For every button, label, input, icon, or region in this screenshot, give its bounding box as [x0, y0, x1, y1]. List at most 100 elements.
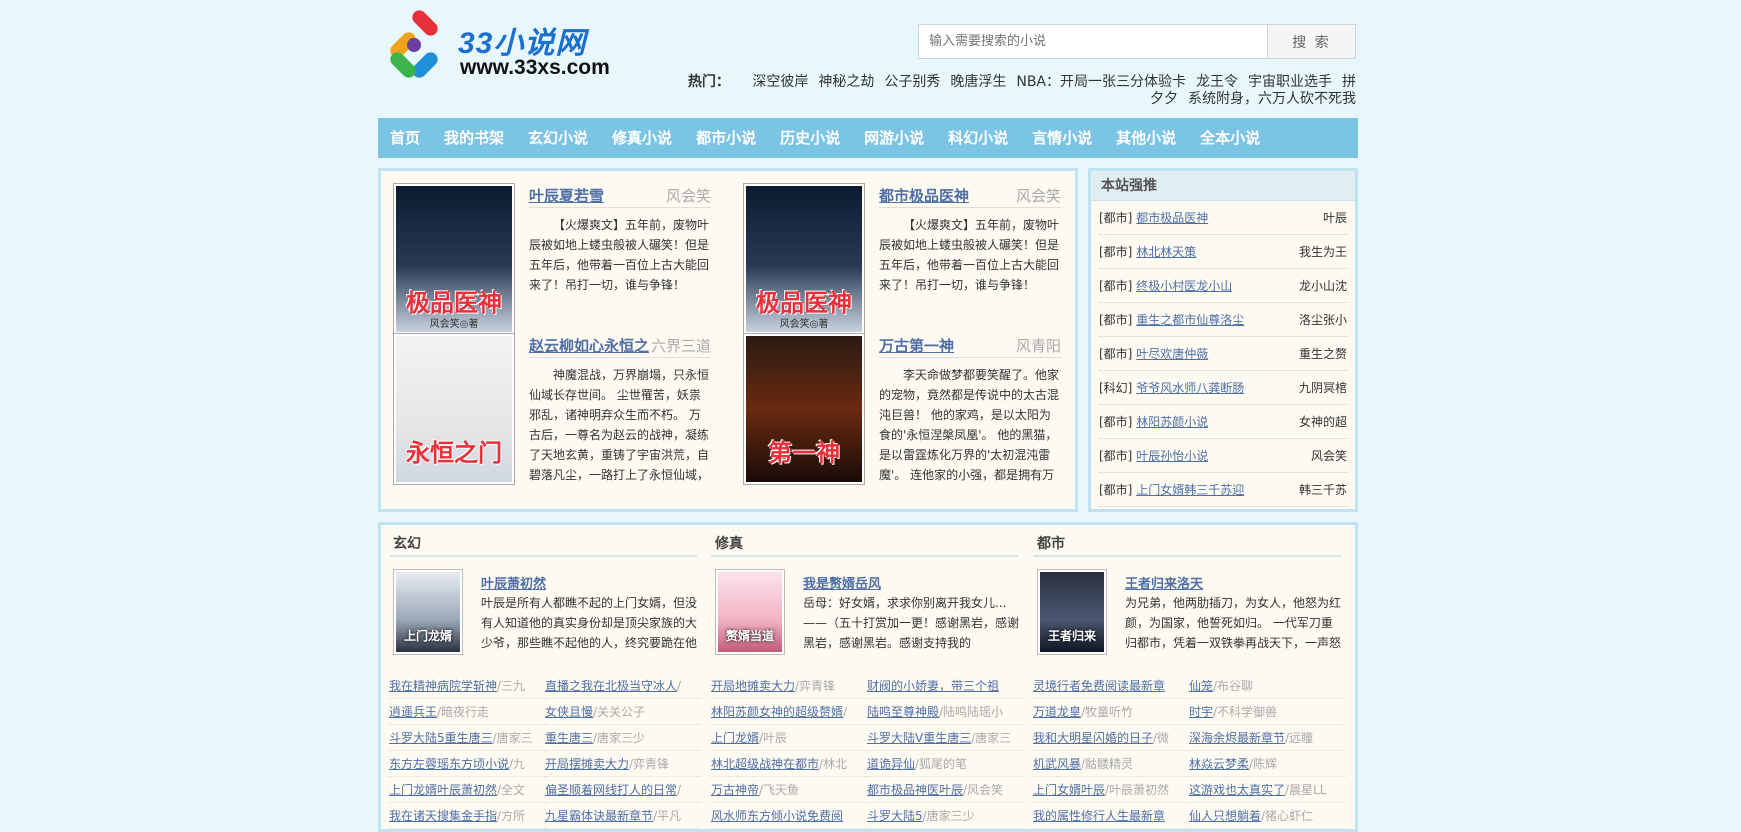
hot-link[interactable]: NBA：开局一张三分体验卡	[1016, 74, 1186, 90]
book-link[interactable]: 财阀的小娇妻，带三个祖	[867, 679, 999, 693]
hot-link[interactable]: 晚唐浮生	[950, 74, 1006, 90]
book-cover[interactable]: 上门龙婿	[393, 569, 463, 655]
book-cover[interactable]: 极品医神 风会笑◎著	[393, 183, 515, 335]
recommend-book-link[interactable]: 重生之都市仙尊洛尘	[1136, 313, 1244, 327]
book-link[interactable]: 直播之我在北极当守冰人	[545, 679, 677, 693]
book-link[interactable]: 时宇	[1189, 705, 1213, 719]
nav-item[interactable]: 全本小说	[1188, 118, 1272, 158]
book-link[interactable]: 上门龙婿叶辰萧初然	[389, 783, 497, 797]
book-link[interactable]: 上门女婿叶辰	[1033, 783, 1105, 797]
book-link[interactable]: 开局摆摊卖大力	[545, 757, 629, 771]
book-link[interactable]: 林阳苏颜女神的超级赘婿	[711, 705, 843, 719]
search-input[interactable]	[918, 24, 1268, 59]
recommend-item: [都市] 重生之都市仙尊洛尘 洛尘张小	[1099, 303, 1347, 337]
recommend-book-link[interactable]: 上门女婿韩三千苏迎	[1136, 483, 1244, 497]
recommend-author: 女神的超	[1298, 415, 1347, 429]
hot-link[interactable]: 龙王令	[1196, 74, 1238, 90]
hot-link[interactable]: 宇宙职业选手	[1248, 74, 1332, 90]
book-cover[interactable]: 王者归来	[1037, 569, 1107, 655]
hot-link[interactable]: 公子别秀	[884, 74, 940, 90]
recommend-book-link[interactable]: 爷爷风水师八龚断肠	[1136, 381, 1244, 395]
book-link[interactable]: 女侠且慢	[545, 705, 593, 719]
recommend-book-link[interactable]: 终极小村医龙小山	[1136, 279, 1232, 293]
book-title-link[interactable]: 都市极品医神	[879, 185, 969, 206]
book-author: /陈辉	[1249, 757, 1278, 771]
book-author: /骷髅精灵	[1081, 757, 1134, 771]
recommend-book-link[interactable]: 叶尽欢唐仲薇	[1136, 347, 1208, 361]
recommend-item: [都市] 都市极品医神 叶辰	[1099, 201, 1347, 235]
recommend-book-link[interactable]: 林阳苏颜小说	[1136, 415, 1208, 429]
search-button[interactable]: 搜 索	[1268, 24, 1356, 59]
book-link[interactable]: 东方左蓉瑶东方顷小说	[389, 757, 509, 771]
book-title-link[interactable]: 叶辰夏若雪	[529, 185, 604, 206]
book-link[interactable]: 开局地摊卖大力	[711, 679, 795, 693]
divider	[529, 357, 711, 358]
nav-item[interactable]: 历史小说	[768, 118, 852, 158]
hot-link[interactable]: 系统附身，六万人砍不死我	[1188, 91, 1356, 107]
nav-item[interactable]: 修真小说	[600, 118, 684, 158]
book-link[interactable]: 风水师东方倾小说免费阅	[711, 809, 843, 823]
recommend-item: [都市] 叶尽欢唐仲薇 重生之赘	[1099, 337, 1347, 371]
hot-link[interactable]: 神秘之劫	[818, 74, 874, 90]
book-author: /方所	[497, 809, 526, 823]
book-author: /唐家三	[971, 731, 1012, 745]
category-column: 修真 赘婿当道 我是赘婿岳风 岳母：好女婿，求求你别离开我女儿...——（五十打赏加一…	[707, 531, 1023, 831]
book-cover[interactable]: 赘婿当道	[715, 569, 785, 655]
book-link[interactable]: 斗罗大陆5重生唐三	[389, 731, 493, 745]
book-link[interactable]: 灵境行者免费阅读最新章	[1033, 679, 1165, 693]
book-link[interactable]: 万古神帝	[711, 783, 759, 797]
book-author: /狐尾的笔	[915, 757, 968, 771]
book-link[interactable]: 这游戏也太真实了	[1189, 783, 1285, 797]
book-link[interactable]: 上门龙婿	[711, 731, 759, 745]
logo-url: www.33xs.com	[460, 56, 610, 79]
book-link[interactable]: 道诡异仙	[867, 757, 915, 771]
book-link[interactable]: 我在诸天搜集金手指	[389, 809, 497, 823]
hot-link[interactable]: 深空彼岸	[752, 74, 808, 90]
book-title-link[interactable]: 我是赘婿岳风	[803, 573, 881, 592]
book-link[interactable]: 我在精神病院学斩神	[389, 679, 497, 693]
book-title-link[interactable]: 叶辰萧初然	[481, 573, 546, 592]
book-cover[interactable]: 第一神	[743, 333, 865, 485]
nav-item[interactable]: 网游小说	[852, 118, 936, 158]
book-link[interactable]: 深海余烬最新章节	[1189, 731, 1285, 745]
list-item: 灵境行者免费阅读最新章	[1033, 673, 1189, 699]
book-description: 岳母：好女婿，求求你别离开我女儿...——（五十打赏加一更！感谢黑岩，感谢黑岩，…	[803, 596, 1020, 650]
list-item: 东方左蓉瑶东方顷小说/九	[389, 751, 545, 777]
book-link[interactable]: 仙笼	[1189, 679, 1213, 693]
book-link[interactable]: 九星霸体诀最新章节	[545, 809, 653, 823]
site-logo[interactable]: 33小说网 www.33xs.com	[378, 6, 638, 84]
book-link[interactable]: 仙人只想躺着	[1189, 809, 1261, 823]
book-title-link[interactable]: 赵云柳如心永恒之	[529, 335, 649, 356]
list-item: 上门龙婿/叶辰	[711, 725, 867, 751]
book-link[interactable]: 重生唐三	[545, 731, 593, 745]
nav-item[interactable]: 首页	[378, 118, 432, 158]
book-description: 【火爆爽文】五年前，废物叶辰被如地上蝼虫般被人碾笑！但是五年后，他带着一百位上古…	[879, 218, 1060, 292]
book-title-link[interactable]: 万古第一神	[879, 335, 954, 356]
book-link[interactable]: 我的属性修行人生最新章	[1033, 809, 1165, 823]
book-link[interactable]: 林北超级战神在都市	[711, 757, 819, 771]
book-link[interactable]: 林焱云梦柔	[1189, 757, 1249, 771]
book-title-link[interactable]: 王者归来洛天	[1125, 573, 1203, 592]
nav-item[interactable]: 都市小说	[684, 118, 768, 158]
book-link[interactable]: 斗罗大陆V重生唐三	[867, 731, 971, 745]
recommend-book-link[interactable]: 叶辰孙怡小说	[1136, 449, 1208, 463]
book-link[interactable]: 逍遥兵王	[389, 705, 437, 719]
nav-item[interactable]: 我的书架	[432, 118, 516, 158]
book-link[interactable]: 偏圣顺着网线打人的日常	[545, 783, 677, 797]
book-link[interactable]: 机武风暴	[1033, 757, 1081, 771]
nav-item[interactable]: 科幻小说	[936, 118, 1020, 158]
recommend-book-link[interactable]: 林北林天策	[1136, 245, 1196, 259]
book-link[interactable]: 陆鸣至尊神殿	[867, 705, 939, 719]
book-cover[interactable]: 极品医神 风会笑◎著	[743, 183, 865, 335]
book-link[interactable]: 都市极品神医叶辰	[867, 783, 963, 797]
nav-item[interactable]: 言情小说	[1020, 118, 1104, 158]
book-cover[interactable]: 永恒之门	[393, 333, 515, 485]
featured-books: 极品医神 风会笑◎著 叶辰夏若雪 风会笑 【火爆爽文】五年前，废物叶辰被如地上蝼虫般被人…	[378, 168, 1078, 512]
book-description: 【火爆爽文】五年前，废物叶辰被如地上蝼虫般被人碾笑！但是五年后，他带着一百位上古…	[529, 218, 710, 292]
nav-item[interactable]: 玄幻小说	[516, 118, 600, 158]
nav-item[interactable]: 其他小说	[1104, 118, 1188, 158]
book-link[interactable]: 我和大明星闪婚的日子	[1033, 731, 1153, 745]
book-link[interactable]: 万道龙皇	[1033, 705, 1081, 719]
book-link[interactable]: 斗罗大陆5	[867, 809, 923, 823]
recommend-book-link[interactable]: 都市极品医神	[1136, 211, 1208, 225]
